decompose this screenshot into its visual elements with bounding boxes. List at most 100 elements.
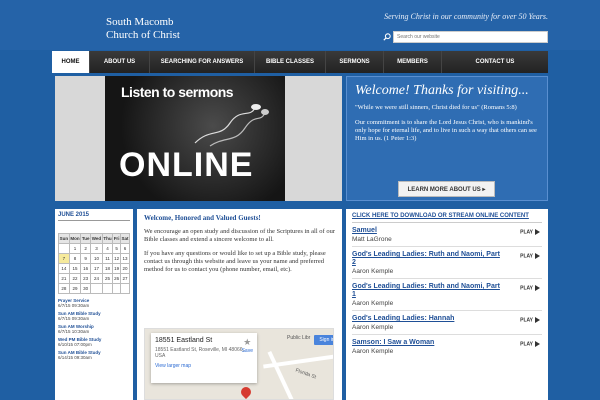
calendar-day[interactable]: 19 xyxy=(112,263,121,274)
nav-sermons[interactable]: SERMONS xyxy=(326,51,384,73)
site-title[interactable]: South Macomb Church of Christ xyxy=(106,16,180,42)
calendar-day[interactable]: 23 xyxy=(80,273,92,284)
chevron-right-icon: ▸ xyxy=(482,187,486,193)
play-label: PLAY xyxy=(520,317,533,324)
play-button[interactable]: PLAY xyxy=(520,229,540,235)
nav-contact-us[interactable]: CONTACT US xyxy=(442,51,548,73)
feature-banner[interactable]: Listen to sermons ONLINE xyxy=(55,76,342,201)
play-label: PLAY xyxy=(520,229,533,236)
calendar-day[interactable]: 3 xyxy=(90,243,103,254)
calendar-day[interactable]: 20 xyxy=(119,263,131,274)
calendar-day-header: Sat xyxy=(119,233,131,244)
sermon-item: Samuel Matt LaGrone PLAY xyxy=(352,223,542,247)
calendar-day[interactable]: 21 xyxy=(58,273,70,284)
sermon-title[interactable]: God's Leading Ladies: Ruth and Naomi, Pa… xyxy=(352,283,502,299)
calendar-day[interactable]: 15 xyxy=(68,263,82,274)
calendar-day[interactable]: 6 xyxy=(119,243,131,254)
calendar-day[interactable]: 2 xyxy=(80,243,92,254)
embedded-map[interactable]: Public Libr Florida St 18551 Eastland St… xyxy=(144,328,334,400)
play-label: PLAY xyxy=(520,253,533,260)
calendar-day[interactable]: 29 xyxy=(68,283,82,294)
map-label-library: Public Libr xyxy=(287,335,311,341)
sermon-item: God's Leading Ladies: Hannah Aaron Kempl… xyxy=(352,311,542,335)
sermon-title[interactable]: Samson: I Saw a Woman xyxy=(352,339,502,347)
calendar-day[interactable]: 1 xyxy=(68,243,82,254)
calendar-day[interactable]: 11 xyxy=(101,253,114,264)
sermon-title[interactable]: Samuel xyxy=(352,227,502,235)
map-pin-icon[interactable] xyxy=(238,384,254,399)
map-save-button[interactable]: ★ Save xyxy=(242,337,253,354)
calendar-day[interactable]: 17 xyxy=(90,263,103,274)
guest-welcome-panel: Welcome, Honored and Valued Guests! We e… xyxy=(137,209,342,400)
calendar-day-header: Tue xyxy=(80,233,92,244)
search-icon[interactable] xyxy=(383,33,391,41)
calendar-day[interactable]: 9 xyxy=(80,253,92,264)
welcome-quote: "While we were still sinners, Christ die… xyxy=(355,104,517,111)
calendar-day[interactable]: 22 xyxy=(68,273,82,284)
play-icon xyxy=(535,229,540,235)
calendar-week: 21 22 23 24 25 26 27 xyxy=(58,273,131,284)
calendar-title[interactable]: JUNE 2015 xyxy=(58,212,130,221)
nav-members[interactable]: MEMBERS xyxy=(384,51,442,73)
calendar-day[interactable]: 13 xyxy=(119,253,131,264)
play-button[interactable]: PLAY xyxy=(520,317,540,323)
sermon-speaker: Aaron Kemple xyxy=(352,348,394,355)
nav-about-us[interactable]: ABOUT US xyxy=(90,51,150,73)
sermon-title[interactable]: God's Leading Ladies: Ruth and Naomi, Pa… xyxy=(352,251,502,267)
sermon-item: God's Leading Ladies: Ruth and Naomi, Pa… xyxy=(352,279,542,311)
calendar-day-header: Thu xyxy=(101,233,114,244)
sermon-title[interactable]: God's Leading Ladies: Hannah xyxy=(352,315,502,323)
map-sign-in-button[interactable]: Sign in xyxy=(314,335,333,345)
site-title-line1: South Macomb xyxy=(106,16,174,28)
calendar-day-header: Mon xyxy=(68,233,82,244)
event-time: 6/10/15 07:00pm xyxy=(58,342,92,347)
sermons-download-link[interactable]: CLICK HERE TO DOWNLOAD OR STREAM ONLINE … xyxy=(352,213,542,223)
calendar-day[interactable]: 18 xyxy=(101,263,114,274)
nav-bible-classes[interactable]: BIBLE CLASSES xyxy=(255,51,326,73)
calendar-day[interactable]: 14 xyxy=(58,263,70,274)
calendar-week: 28 29 30 xyxy=(58,283,131,294)
calendar-day[interactable]: 4 xyxy=(101,243,114,254)
calendar-day[interactable]: 30 xyxy=(80,283,92,294)
search-input[interactable] xyxy=(393,31,548,43)
map-address: 18551 Eastland St, Roseville, MI 48066, … xyxy=(155,347,244,359)
play-icon xyxy=(535,317,540,323)
map-save-label: Save xyxy=(241,348,253,354)
nav-home[interactable]: HOME xyxy=(52,51,90,73)
calendar-day[interactable]: 12 xyxy=(112,253,121,264)
calendar-day[interactable]: 27 xyxy=(119,273,131,284)
calendar-day[interactable]: 26 xyxy=(112,273,121,284)
sermon-speaker: Aaron Kemple xyxy=(352,300,394,307)
calendar-day-highlighted[interactable]: 7 xyxy=(58,253,70,264)
calendar-day xyxy=(112,283,121,294)
play-button[interactable]: PLAY xyxy=(520,253,540,259)
event-time: 6/7/15 09:30am xyxy=(58,303,90,308)
event-time: 6/7/15 10:30am xyxy=(58,329,90,334)
calendar-day[interactable]: 28 xyxy=(58,283,70,294)
calendar-day[interactable]: 24 xyxy=(90,273,103,284)
calendar-day xyxy=(90,283,103,294)
welcome-body: Our commitment is to share the Lord Jesu… xyxy=(355,119,537,142)
play-icon xyxy=(535,253,540,259)
online-text: ONLINE xyxy=(119,146,254,184)
event-time: 6/14/15 09:30am xyxy=(58,355,92,360)
calendar-day[interactable]: 16 xyxy=(80,263,92,274)
calendar-day[interactable]: 25 xyxy=(101,273,114,284)
calendar-day[interactable]: 10 xyxy=(90,253,103,264)
calendar-day[interactable]: 5 xyxy=(112,243,121,254)
welcome-title: Welcome! Thanks for visiting... xyxy=(355,83,529,98)
site-title-line2: Church of Christ xyxy=(106,29,180,41)
sermon-speaker: Aaron Kemple xyxy=(352,268,394,275)
calendar-panel: JUNE 2015 Sun Mon Tue Wed Thu Fri Sat 1 … xyxy=(55,209,133,400)
guest-welcome-title: Welcome, Honored and Valued Guests! xyxy=(144,214,261,222)
view-larger-map-link[interactable]: View larger map xyxy=(155,363,253,369)
play-button[interactable]: PLAY xyxy=(520,341,540,347)
guest-contact-paragraph: If you have any questions or would like … xyxy=(144,250,326,273)
nav-searching-for-answers[interactable]: SEARCHING FOR ANSWERS xyxy=(150,51,255,73)
calendar-week: 14 15 16 17 18 19 20 xyxy=(58,263,131,274)
site-header: South Macomb Church of Christ Serving Ch… xyxy=(0,0,600,50)
play-icon xyxy=(535,341,540,347)
learn-more-button[interactable]: LEARN MORE ABOUT US ▸ xyxy=(398,181,495,197)
play-button[interactable]: PLAY xyxy=(520,285,540,291)
calendar-day[interactable]: 8 xyxy=(68,253,82,264)
